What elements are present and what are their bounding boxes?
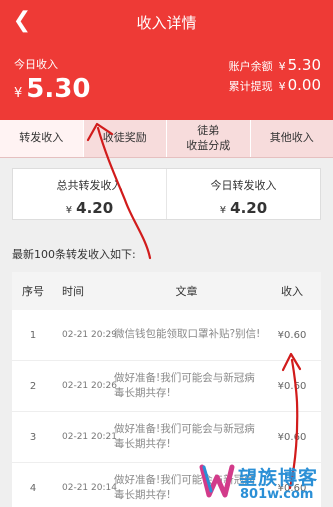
header-income: 收入 — [281, 285, 303, 298]
currency-symbol: ¥ — [14, 86, 23, 101]
tab-apprentice-share[interactable]: 徒弟 收益分成 — [167, 120, 251, 157]
withdrawn-value: 0.00 — [287, 76, 321, 94]
today-share-label: 今日转发收入 — [210, 179, 277, 192]
total-share-income: 总共转发收入 ¥4.20 — [13, 169, 166, 219]
today-income-label: 今日收入 — [14, 58, 58, 71]
total-share-label: 总共转发收入 — [56, 179, 123, 192]
income-tabs: 转发收入 收徒奖励 徒弟 收益分成 其他收入 — [0, 120, 333, 158]
site-watermark: 望族博客 801w.com — [198, 459, 330, 505]
tab-share-income[interactable]: 转发收入 — [0, 120, 84, 157]
list-title: 最新100条转发收入如下: — [12, 248, 136, 261]
currency-symbol: ¥ — [278, 80, 286, 93]
currency-symbol: ¥ — [278, 60, 286, 73]
today-income-value: 5.30 — [26, 74, 91, 104]
article-link[interactable]: 做好准备!我们可能会与新冠病毒长期共存! — [110, 422, 263, 452]
balance-label: 账户余额 — [228, 60, 273, 73]
header-no: 序号 — [22, 285, 44, 298]
tab-recruit-reward[interactable]: 收徒奖励 — [84, 120, 167, 157]
table-row[interactable]: 2 02-21 20:26 做好准备!我们可能会与新冠病毒长期共存! ¥0.60 — [12, 361, 321, 412]
article-link[interactable]: 做好准备!我们可能会与新冠病毒长期共存! — [110, 371, 263, 401]
withdrawn-label: 累计提现 — [228, 80, 273, 93]
watermark-url: 801w.com — [240, 487, 314, 502]
article-link[interactable]: 微信钱包能领取口罩补贴?别信! — [110, 327, 263, 342]
table-header: 序号 时间 文章 收入 — [12, 272, 321, 310]
header-time: 时间 — [62, 285, 84, 298]
table-row[interactable]: 3 02-21 20:21 做好准备!我们可能会与新冠病毒长期共存! ¥0.60 — [12, 412, 321, 463]
watermark-brand: 望族博客 — [238, 467, 319, 489]
balance-value: 5.30 — [287, 56, 321, 74]
share-income-summary: 总共转发收入 ¥4.20 今日转发收入 ¥4.20 — [12, 168, 321, 220]
app-header: ❮ 收入详情 — [0, 0, 333, 44]
table-row[interactable]: 1 02-21 20:29 微信钱包能领取口罩补贴?别信! ¥0.60 — [12, 310, 321, 361]
today-share-value: ¥4.20 — [219, 199, 268, 217]
header-article: 文章 — [175, 285, 198, 298]
total-share-value: ¥4.20 — [65, 199, 114, 217]
income-overview: 今日收入 ¥5.30 账户余额 ¥5.30 累计提现 ¥0.00 — [0, 44, 333, 120]
today-income-amount: ¥5.30 — [14, 74, 90, 104]
page-title: 收入详情 — [136, 14, 197, 32]
tab-other-income[interactable]: 其他收入 — [251, 120, 333, 157]
watermark-logo-icon — [199, 464, 235, 498]
account-balance: 账户余额 ¥5.30 — [229, 56, 321, 74]
total-withdrawn: 累计提现 ¥0.00 — [229, 76, 321, 94]
today-share-income: 今日转发收入 ¥4.20 — [166, 169, 320, 219]
